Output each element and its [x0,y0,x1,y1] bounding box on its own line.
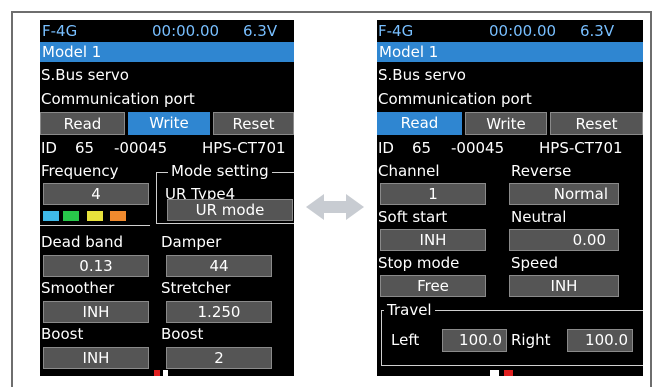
travel-left-value[interactable]: 100.0 [442,329,507,352]
stretcher-label: Stretcher [161,279,231,297]
scroll-marker-red [504,370,513,376]
damper-label: Damper [161,233,222,251]
transmitter-screen-right: F-4G 00:00.00 6.3V Model 1 S.Bus servo C… [377,20,643,376]
id-code: -00045 [451,139,505,157]
timer: 00:00.00 [152,22,220,40]
damper-value[interactable]: 44 [166,255,272,277]
scroll-marker-red [154,370,160,376]
transmitter-screen-left: F-4G 00:00.00 6.3V Model 1 S.Bus servo C… [40,20,294,376]
smoother-label: Smoother [41,279,115,297]
servo-model: HPS-CT701 [539,139,623,157]
boost-value-left[interactable]: INH [43,347,149,369]
servo-model: HPS-CT701 [202,139,286,157]
screen-subtitle: Communication port [378,90,532,108]
channel-label: Channel [378,162,440,180]
double-arrow-icon [306,194,364,220]
channel-value[interactable]: 1 [380,183,486,205]
write-button[interactable]: Write [465,112,547,135]
travel-left-label: Left [391,331,420,349]
dead-band-value[interactable]: 0.13 [43,255,149,277]
soft-start-label: Soft start [378,208,448,226]
boost-label-right: Boost [161,325,204,343]
divider [40,225,150,226]
battery-voltage: 6.3V [243,22,278,40]
model-name: Model 1 [379,43,439,61]
travel-right-label: Right [511,331,551,349]
battery-voltage: 6.3V [580,22,615,40]
read-button[interactable]: Read [40,112,125,135]
boost-value-right[interactable]: 2 [166,347,272,369]
frequency-label: Frequency [41,162,119,180]
reverse-label: Reverse [511,162,572,180]
soft-start-value[interactable]: INH [380,229,486,251]
id-code: -00045 [114,139,168,157]
dead-band-label: Dead band [41,233,124,251]
timer: 00:00.00 [489,22,557,40]
neutral-label: Neutral [511,208,567,226]
color-swatch-cyan [43,211,59,221]
screen-subtitle: Communication port [41,90,195,108]
model-name-bar[interactable]: Model 1 [377,42,643,62]
write-button[interactable]: Write [128,112,210,135]
reverse-value[interactable]: Normal [509,183,619,205]
mode-value[interactable]: UR mode [167,199,293,221]
stretcher-value[interactable]: 1.250 [166,301,272,323]
screen-title: S.Bus servo [41,66,129,84]
status-bar: F-4G 00:00.00 6.3V [40,20,294,42]
speed-label: Speed [511,254,559,272]
travel-right-value[interactable]: 100.0 [567,329,633,352]
reset-button[interactable]: Reset [213,112,294,135]
boost-label-left: Boost [41,325,84,343]
model-name: Model 1 [42,43,102,61]
reset-button[interactable]: Reset [550,112,643,135]
color-swatch-yellow [87,211,103,221]
frequency-value[interactable]: 4 [43,183,149,205]
mode-setting-title: Mode setting [168,162,272,180]
system-name: F-4G [378,22,414,40]
status-bar: F-4G 00:00.00 6.3V [377,20,643,42]
color-swatch-green [63,211,79,221]
scroll-marker-white [163,370,168,376]
model-name-bar[interactable]: Model 1 [40,42,294,62]
id-label: ID [378,139,394,157]
system-name: F-4G [42,22,78,40]
id-number: 65 [75,139,95,157]
screen-title: S.Bus servo [378,66,466,84]
speed-value[interactable]: INH [509,275,619,297]
stop-mode-value[interactable]: Free [380,275,486,297]
smoother-value[interactable]: INH [43,301,149,323]
stop-mode-label: Stop mode [378,254,460,272]
id-label: ID [41,139,57,157]
color-swatch-orange [110,211,126,221]
travel-title: Travel [384,301,435,319]
neutral-value[interactable]: 0.00 [509,229,619,251]
scroll-marker-white [490,370,499,376]
id-number: 65 [412,139,432,157]
read-button[interactable]: Read [377,112,462,135]
